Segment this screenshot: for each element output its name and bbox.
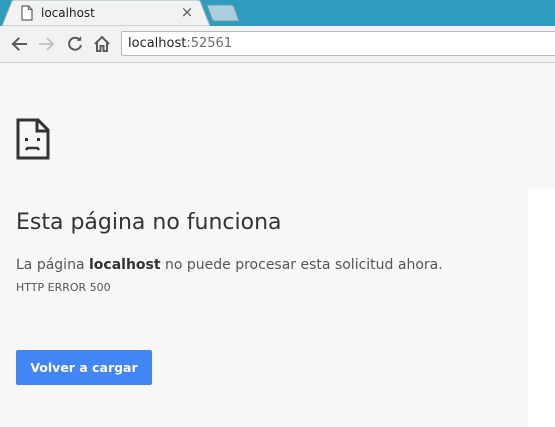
sad-page-icon <box>16 118 50 160</box>
home-icon[interactable] <box>92 34 112 54</box>
error-desc-host: localhost <box>88 257 161 273</box>
new-tab-button[interactable] <box>205 4 241 22</box>
tab-localhost[interactable]: localhost × <box>2 0 212 26</box>
error-description: La página localhost no puede procesar es… <box>16 256 443 274</box>
address-port: :52561 <box>186 36 233 51</box>
content-white-margin <box>528 188 555 427</box>
browser-window: localhost × localhost:52561 Esta página … <box>0 0 555 427</box>
address-text[interactable]: localhost:52561 <box>128 36 232 52</box>
arrow-left-icon[interactable] <box>9 34 29 54</box>
arrow-right-icon[interactable] <box>37 34 57 54</box>
error-desc-suffix: no puede procesar esta solicitud ahora. <box>160 257 443 273</box>
toolbar: localhost:52561 <box>0 26 555 63</box>
tab-strip: localhost × <box>0 0 555 26</box>
content-side-strip <box>528 63 555 188</box>
address-bar[interactable]: localhost:52561 <box>121 31 555 56</box>
error-title: Esta página no funciona <box>16 210 282 235</box>
page-icon <box>20 5 34 21</box>
tab-title: localhost <box>41 6 95 20</box>
error-page: Esta página no funciona La página localh… <box>0 63 528 427</box>
error-desc-prefix: La página <box>16 257 89 273</box>
close-icon[interactable]: × <box>179 4 195 20</box>
address-host: localhost <box>128 36 187 51</box>
error-code: HTTP ERROR 500 <box>16 281 111 294</box>
reload-icon[interactable] <box>65 34 85 54</box>
reload-button[interactable]: Volver a cargar <box>16 350 152 385</box>
